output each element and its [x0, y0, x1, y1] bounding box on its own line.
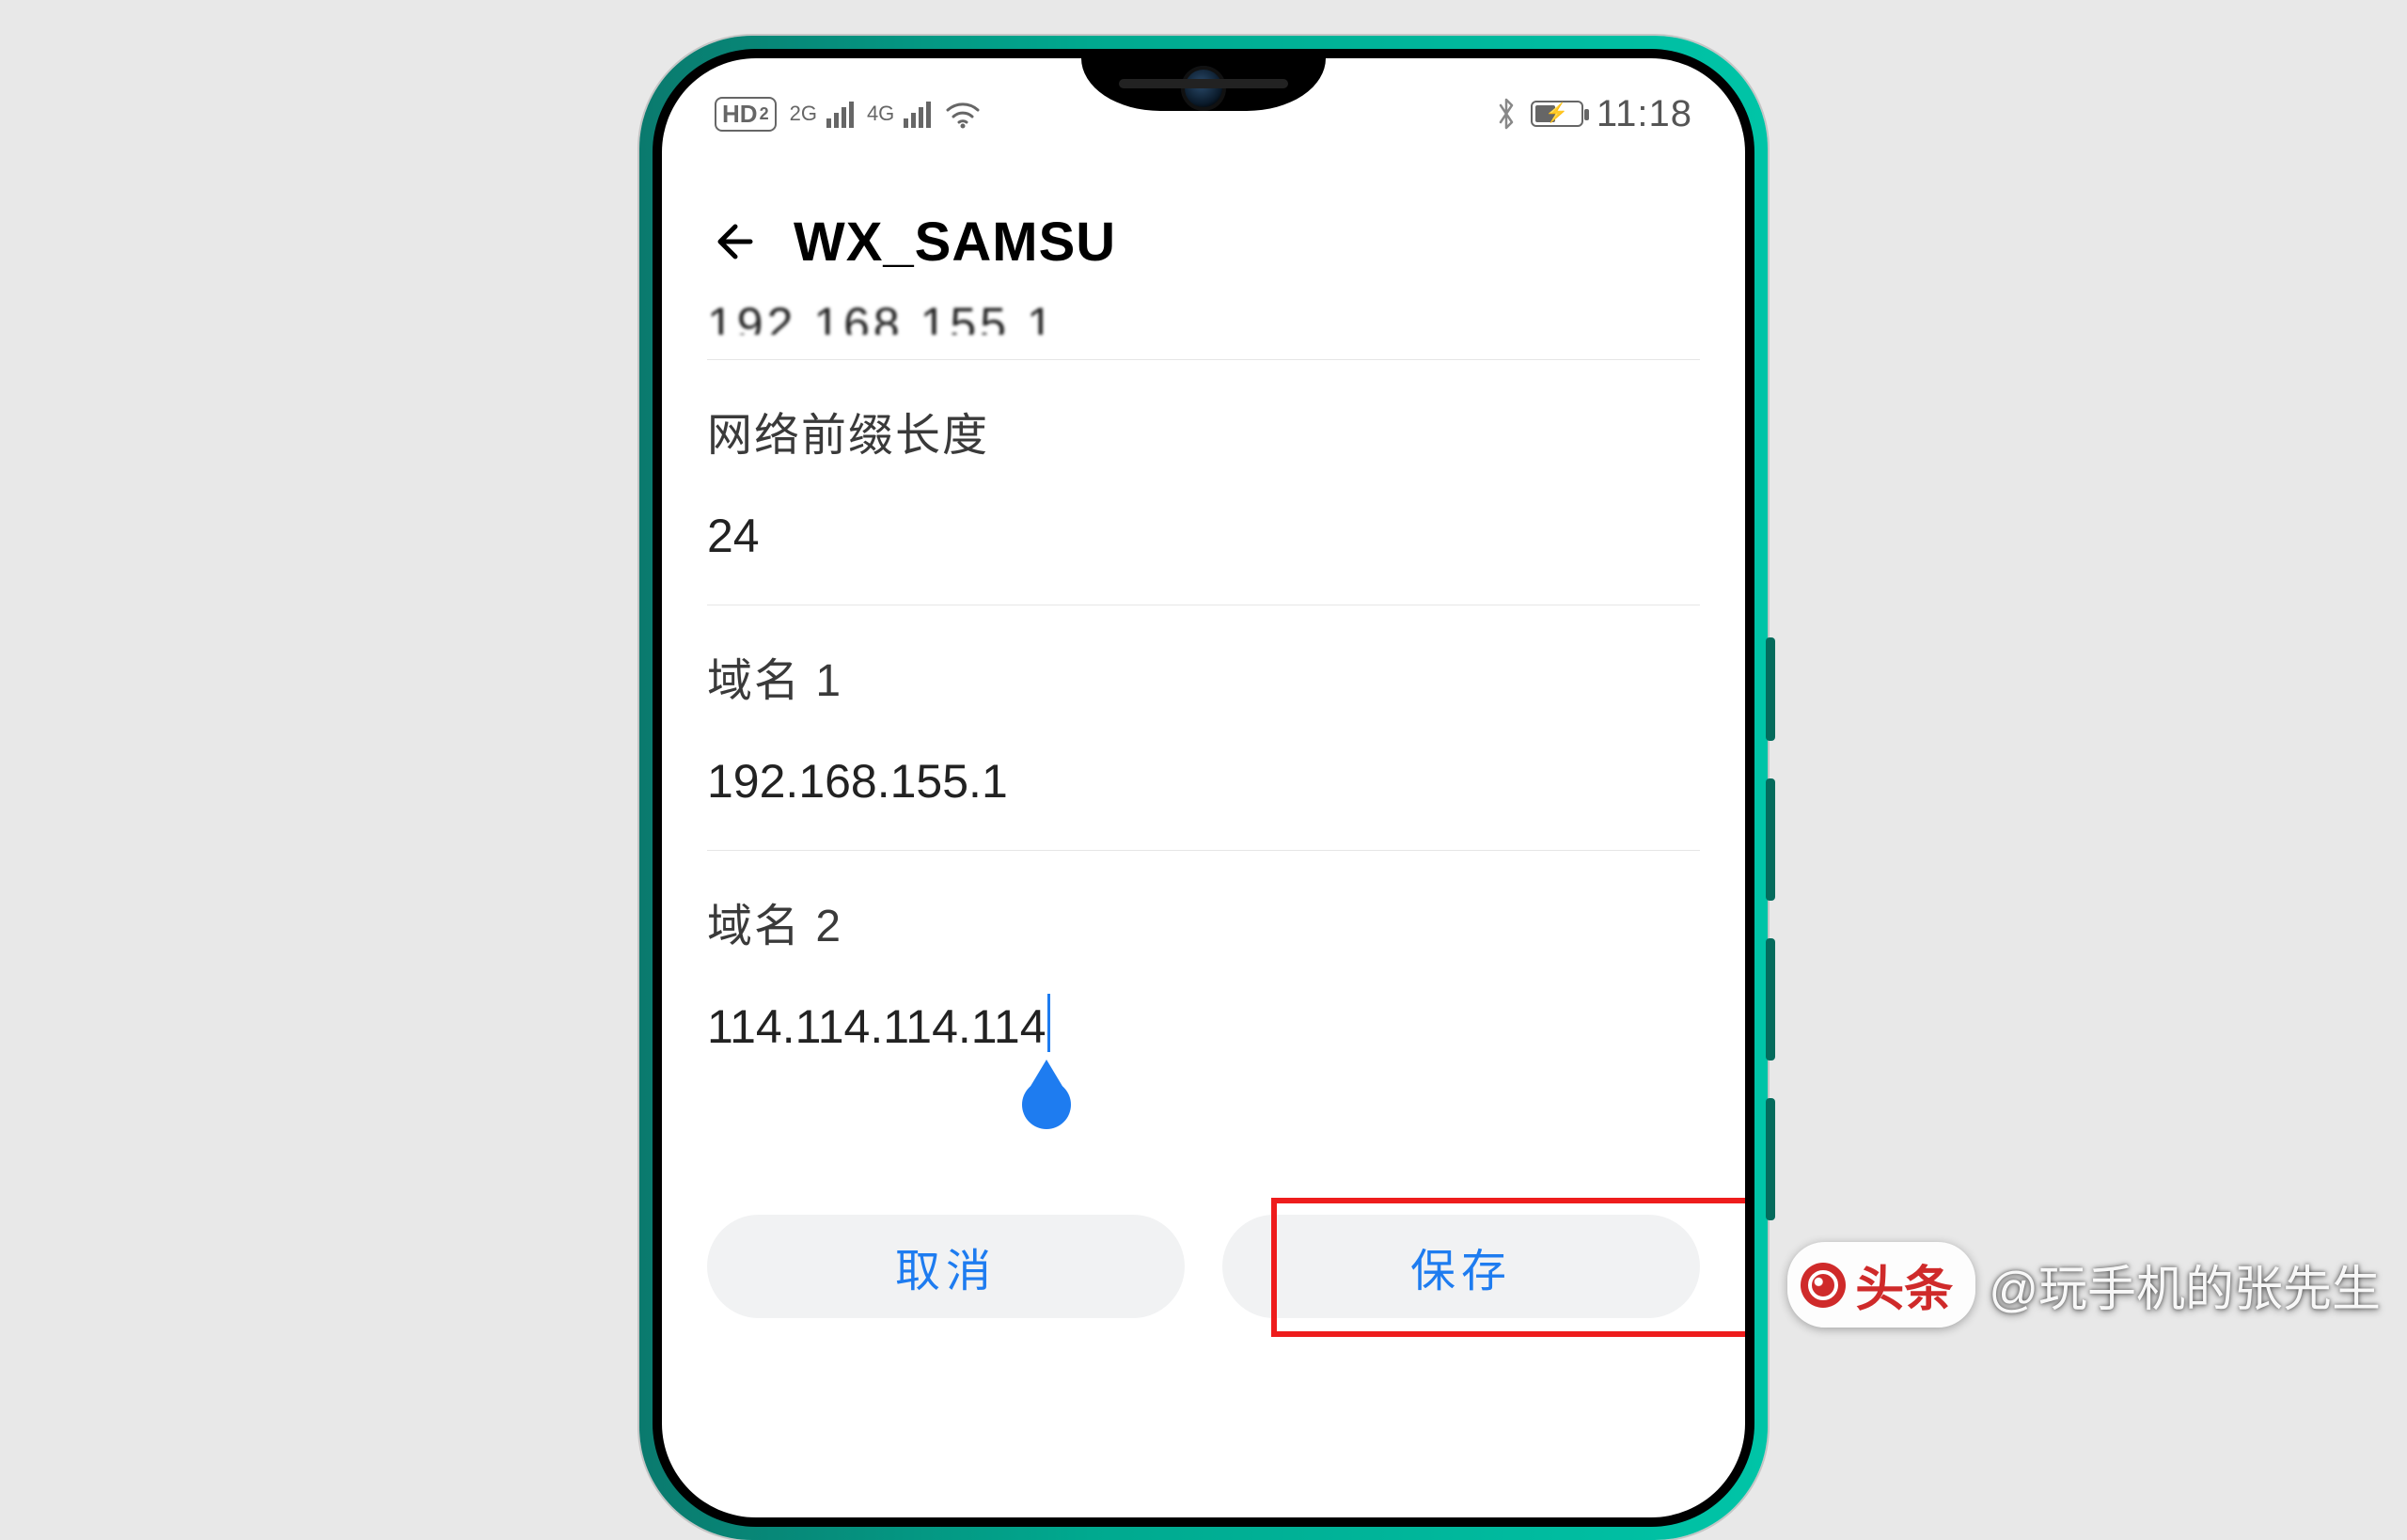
prefix-length-row[interactable]: 网络前缀长度 24 [707, 359, 1700, 605]
side-button [1766, 938, 1775, 1061]
annotation-highlight [1271, 1198, 1745, 1337]
prefix-length-label: 网络前缀长度 [707, 398, 1700, 464]
wifi-icon [944, 99, 982, 129]
side-button [1766, 637, 1775, 741]
phone-screen: HD2 2G 4G ⚡ 11: [662, 58, 1745, 1517]
dns2-row[interactable]: 域名 2 114.114.114.114 [707, 850, 1700, 1095]
watermark-badge: 头条 [1787, 1242, 1975, 1328]
cursor-handle-icon[interactable] [1022, 1080, 1071, 1129]
cancel-button[interactable]: 取消 [707, 1215, 1185, 1318]
watermark: 头条 @玩手机的张先生 [1787, 1242, 2381, 1328]
signal-bars-icon [904, 100, 931, 128]
speaker-grill [1119, 79, 1288, 88]
prefix-length-value[interactable]: 24 [707, 509, 1700, 563]
back-button[interactable] [707, 215, 760, 268]
cutoff-value: 192.168.155.1 [707, 297, 1700, 335]
hd-icon: HD2 [715, 97, 777, 132]
page-title: WX_SAMSU [794, 211, 1116, 274]
bluetooth-icon [1495, 96, 1518, 132]
dns2-label: 域名 2 [707, 888, 1700, 954]
text-cursor-icon [1047, 994, 1050, 1052]
phone-frame: HD2 2G 4G ⚡ 11: [639, 36, 1768, 1540]
side-button [1766, 778, 1775, 901]
toutiao-logo-icon [1801, 1263, 1846, 1308]
dns1-label: 域名 1 [707, 643, 1700, 709]
dns2-value[interactable]: 114.114.114.114 [707, 1000, 1046, 1053]
dns2-input[interactable]: 114.114.114.114 [707, 999, 1046, 1054]
network-2g-label: 2G [790, 102, 817, 126]
dns1-row[interactable]: 域名 1 192.168.155.1 [707, 605, 1700, 850]
settings-form: 192.168.155.1 网络前缀长度 24 域名 1 192.168.155… [707, 322, 1700, 1517]
battery-charging-icon: ⚡ [1531, 101, 1583, 127]
signal-bars-icon [826, 100, 854, 128]
status-time: 11:18 [1597, 93, 1692, 135]
dns1-value[interactable]: 192.168.155.1 [707, 754, 1700, 809]
watermark-author: @玩手机的张先生 [1989, 1249, 2381, 1320]
title-bar: WX_SAMSU [662, 181, 1745, 303]
side-button [1766, 1098, 1775, 1220]
network-4g-label: 4G [867, 102, 894, 126]
